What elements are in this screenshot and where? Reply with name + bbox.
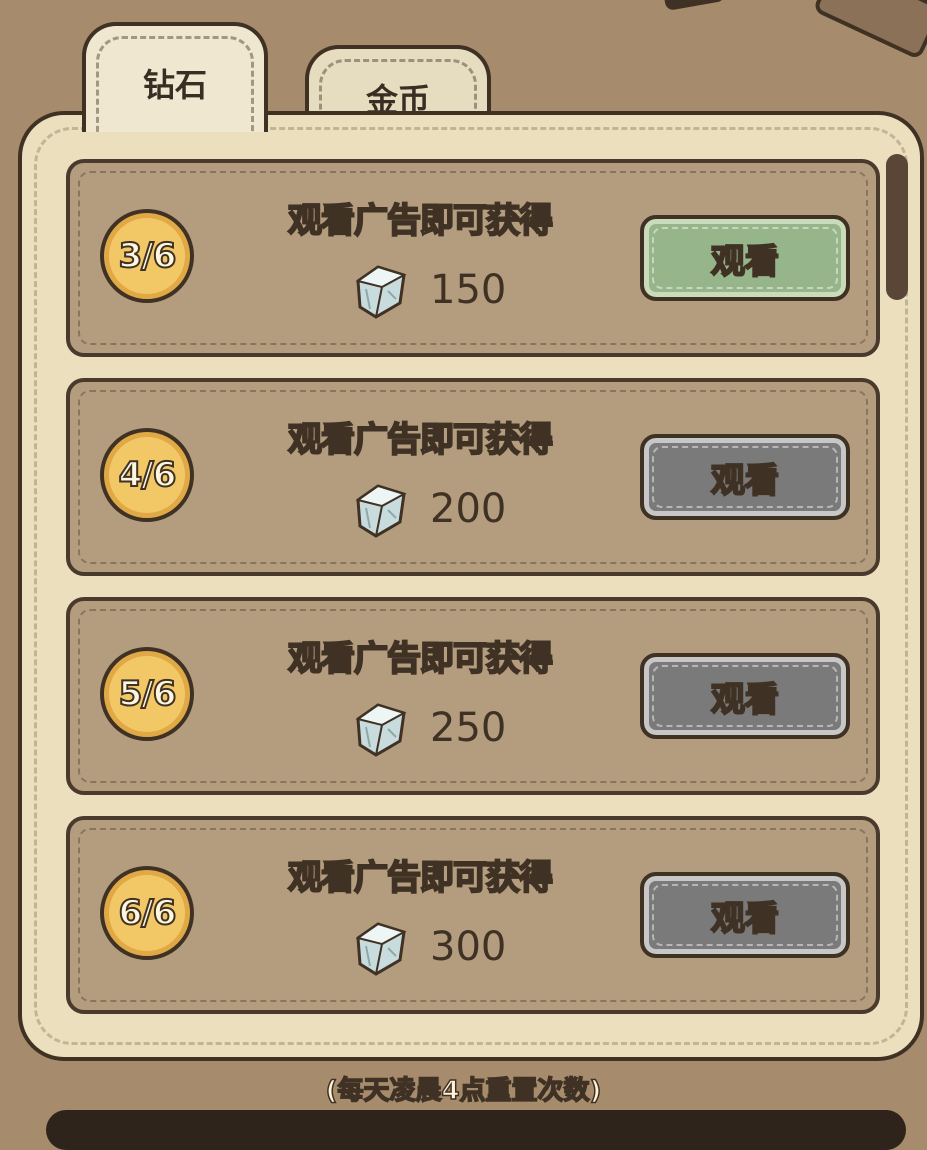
reward-row: 4/6 观看广告即可获得 200 观看 xyxy=(66,378,880,576)
progress-badge: 5/6 xyxy=(100,647,194,741)
progress-count: 5/6 xyxy=(118,673,178,715)
watch-button-label: 观看 xyxy=(710,898,780,940)
reward-amount: 300 xyxy=(430,924,507,970)
reward-amount: 150 xyxy=(430,267,507,313)
tab-diamond-label: 钻石 xyxy=(142,66,207,104)
reward-description: 观看广告即可获得 xyxy=(287,419,554,461)
top-decoration xyxy=(662,0,726,12)
reward-row: 3/6 观看广告即可获得 150 观看 xyxy=(66,159,880,357)
progress-count: 4/6 xyxy=(118,454,178,496)
reward-row: 6/6 观看广告即可获得 300 观看 xyxy=(66,816,880,1014)
reward-amount: 200 xyxy=(430,486,507,532)
tab-diamond[interactable]: 钻石 xyxy=(82,22,268,132)
bottom-bar xyxy=(46,1110,906,1150)
diamond-icon xyxy=(355,484,407,538)
progress-count: 3/6 xyxy=(118,235,178,277)
reward-amount: 250 xyxy=(430,705,507,751)
watch-ad-button[interactable]: 观看 xyxy=(640,872,850,958)
reward-row: 5/6 观看广告即可获得 250 观看 xyxy=(66,597,880,795)
reward-description: 观看广告即可获得 xyxy=(287,638,554,680)
watch-ad-button[interactable]: 观看 xyxy=(640,215,850,301)
top-right-frame-decoration xyxy=(812,0,927,61)
progress-badge: 6/6 xyxy=(100,866,194,960)
progress-badge: 4/6 xyxy=(100,428,194,522)
diamond-icon xyxy=(355,922,407,976)
reward-description: 观看广告即可获得 xyxy=(287,200,554,242)
watch-ad-button[interactable]: 观看 xyxy=(640,653,850,739)
progress-count: 6/6 xyxy=(118,892,178,934)
scrollbar-thumb[interactable] xyxy=(886,154,908,300)
watch-button-label: 观看 xyxy=(710,679,780,721)
watch-button-label: 观看 xyxy=(710,241,780,283)
watch-button-label: 观看 xyxy=(710,460,780,502)
diamond-icon xyxy=(355,703,407,757)
progress-badge: 3/6 xyxy=(100,209,194,303)
reset-notice: (每天凌晨4点重置次数) xyxy=(325,1075,602,1107)
reward-description: 观看广告即可获得 xyxy=(287,857,554,899)
diamond-icon xyxy=(355,265,407,319)
watch-ad-button[interactable]: 观看 xyxy=(640,434,850,520)
